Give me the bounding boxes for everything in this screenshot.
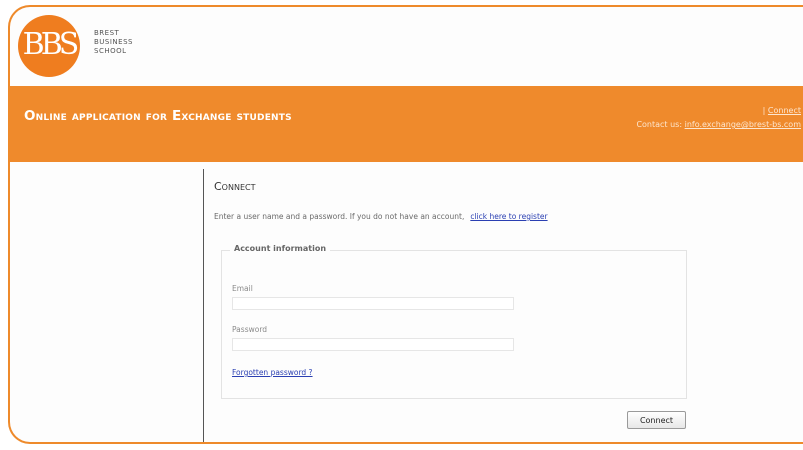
page-frame: BBS BREST BUSINESS SCHOOL Online applica… [8,5,803,444]
header-banner: Online application for Exchange students… [10,86,803,162]
email-field[interactable] [232,297,514,310]
connect-button[interactable]: Connect [627,411,686,429]
logo-letters: BBS [22,27,80,62]
page-title: Online application for Exchange students [24,108,292,124]
logo-line-3: SCHOOL [94,47,127,55]
logo-school-name: BREST BUSINESS SCHOOL [94,29,133,56]
logo-line-2: BUSINESS [94,38,133,46]
connect-heading: Connect [214,180,256,193]
email-label: Email [232,284,253,293]
header-connect-row: | Connect [636,104,801,118]
register-link[interactable]: click here to register [470,212,547,221]
intro-text-row: Enter a user name and a password. If you… [214,212,548,221]
password-label: Password [232,325,268,334]
contact-label: Contact us: [636,120,683,129]
header-contact-row: Contact us: info.exchange@brest-bs.com [636,118,801,132]
header-links: | Connect Contact us: info.exchange@bres… [636,104,801,132]
account-information-legend: Account information [230,244,331,253]
password-field[interactable] [232,338,514,351]
logo-line-1: BREST [94,29,120,37]
intro-text: Enter a user name and a password. If you… [214,212,465,221]
content-divider [203,169,204,442]
contact-email-link[interactable]: info.exchange@brest-bs.com [685,120,801,129]
forgotten-password-link[interactable]: Forgotten password ? [232,368,313,377]
account-information-fieldset: Account information Email Password Forgo… [221,244,687,399]
school-logo[interactable]: BBS BREST BUSINESS SCHOOL [14,13,314,83]
header-connect-link[interactable]: Connect [768,106,801,115]
